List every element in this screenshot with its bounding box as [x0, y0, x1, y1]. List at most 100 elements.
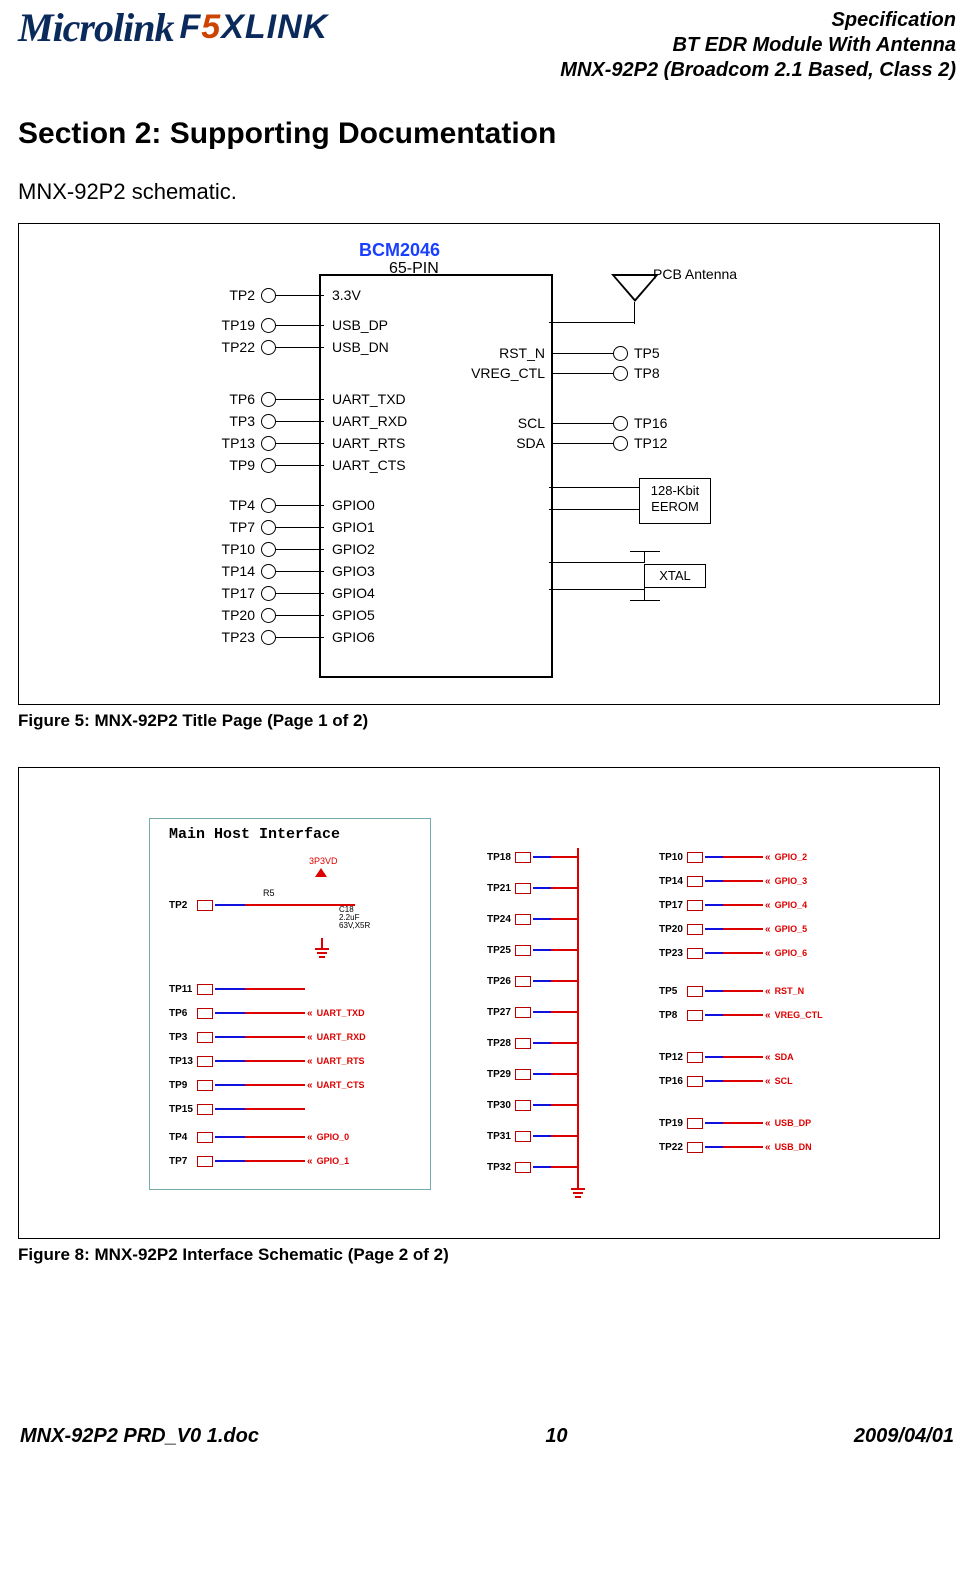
bluewire: [215, 904, 245, 906]
eerom-wire2: [549, 509, 639, 510]
tp-circle-icon: [613, 346, 628, 361]
pin-wire: [276, 505, 324, 506]
tp-label: TP15: [169, 1104, 197, 1115]
signal-label: GPIO_4: [775, 900, 808, 910]
redwire: [245, 988, 305, 990]
pin-wire: [276, 399, 324, 400]
right-pin-row: SDA TP12: [459, 434, 667, 452]
signal-label: UART_RTS: [317, 1056, 365, 1066]
tp-row: TP9 «UART_CTS: [169, 1076, 365, 1094]
tp-label: TP22: [209, 339, 255, 355]
pad-icon: [687, 1010, 703, 1021]
bluewire: [215, 1160, 245, 1162]
pin-wire: [276, 637, 324, 638]
redwire: [245, 904, 355, 906]
tp-label: TP10: [209, 541, 255, 557]
redwire: [245, 1160, 305, 1162]
pad-icon: [515, 1100, 531, 1111]
xtal-wire1: [549, 562, 644, 563]
tp-label: TP4: [209, 497, 255, 513]
signal-label: GPIO_5: [775, 924, 808, 934]
xtal-v2: [644, 587, 645, 600]
hdr-line3: MNX-92P2 (Broadcom 2.1 Based, Class 2): [560, 58, 956, 83]
bluewire: [215, 1060, 245, 1062]
xtal-box: XTAL: [644, 564, 706, 588]
tp-row: TP6 «UART_TXD: [169, 1004, 365, 1022]
pad-icon: [515, 1162, 531, 1173]
tp-row: TP4 «GPIO_0: [169, 1128, 349, 1146]
tp-row: TP18: [487, 848, 579, 866]
pad-icon: [197, 1156, 213, 1167]
redwire: [723, 1122, 763, 1124]
vlabel: 3P3VD: [309, 856, 338, 866]
pin-wire: [276, 325, 324, 326]
bluewire: [705, 1056, 723, 1058]
pin-name: USB_DP: [332, 317, 388, 333]
tp-row: TP10 « GPIO_2: [659, 848, 807, 866]
figure-1-box: BCM2046 65-PIN PCB Antenna TP2 3.3V TP19…: [18, 223, 940, 705]
signal-label: GPIO_3: [775, 876, 808, 886]
logo-block: Microlink F5XLINK: [18, 4, 328, 51]
signal-label: RST_N: [775, 986, 805, 996]
pin-name: GPIO2: [332, 541, 375, 557]
left-pin-row: TP23 GPIO6: [209, 628, 375, 646]
figure-1-caption: Figure 5: MNX-92P2 Title Page (Page 1 of…: [18, 711, 956, 731]
tp-label: TP19: [659, 1118, 687, 1129]
bluewire: [705, 856, 723, 858]
tp-label: TP17: [659, 900, 687, 911]
pin-wire: [276, 347, 324, 348]
bluewire: [533, 1073, 551, 1075]
section-title: Section 2: Supporting Documentation: [18, 117, 956, 151]
left-pin-row: TP3 UART_RXD: [209, 412, 407, 430]
arrow-icon: «: [765, 1118, 771, 1129]
tp-label: TP4: [169, 1132, 197, 1143]
tp-label: TP23: [659, 948, 687, 959]
signal-label: USB_DP: [775, 1118, 812, 1128]
tp-label: TP9: [169, 1080, 197, 1091]
tp-label: TP13: [209, 435, 255, 451]
tp-label: TP31: [487, 1131, 515, 1142]
bluewire: [215, 988, 245, 990]
tp-label: TP20: [659, 924, 687, 935]
signal-label: UART_RXD: [317, 1032, 366, 1042]
bluewire: [533, 1011, 551, 1013]
power-arrow-icon: [315, 868, 327, 877]
tp-label: TP11: [169, 984, 197, 995]
signal-label: GPIO_2: [775, 852, 808, 862]
footer-right: 2009/04/01: [854, 1425, 954, 1448]
left-pin-row: TP6 UART_TXD: [209, 390, 406, 408]
signal-label: GPIO_6: [775, 948, 808, 958]
pin-name: USB_DN: [332, 339, 389, 355]
bluewire: [533, 1104, 551, 1106]
left-pin-row: TP9 UART_CTS: [209, 456, 406, 474]
tp-row: TP21: [487, 879, 579, 897]
signal-label: SCL: [775, 1076, 793, 1086]
bluewire: [705, 928, 723, 930]
pad-icon: [515, 1131, 531, 1142]
pin-wire: [276, 465, 324, 466]
redwire: [551, 949, 579, 951]
col2-gnd-icon: [571, 1188, 585, 1198]
redwire: [551, 1011, 579, 1013]
pad-icon: [687, 852, 703, 863]
bluewire: [533, 887, 551, 889]
schematic-subhead: MNX-92P2 schematic.: [18, 179, 956, 205]
arrow-icon: «: [307, 1080, 313, 1091]
tp-row: TP11: [169, 980, 305, 998]
logo-foxlink: F5XLINK: [179, 8, 328, 47]
tp-label: TP20: [209, 607, 255, 623]
pad-icon: [515, 976, 531, 987]
tp-label: TP6: [169, 1008, 197, 1019]
bluewire: [705, 1146, 723, 1148]
tp-label: TP5: [634, 345, 660, 361]
pad-icon: [515, 883, 531, 894]
pin-name: GPIO5: [332, 607, 375, 623]
left-pin-row: TP22 USB_DN: [209, 338, 389, 356]
tp-row: TP8 « VREG_CTL: [659, 1006, 823, 1024]
col2-bus: [577, 848, 579, 1188]
redwire: [723, 1056, 763, 1058]
bluewire: [705, 880, 723, 882]
redwire: [723, 1014, 763, 1016]
arrow-icon: «: [765, 876, 771, 887]
bluewire: [705, 1080, 723, 1082]
